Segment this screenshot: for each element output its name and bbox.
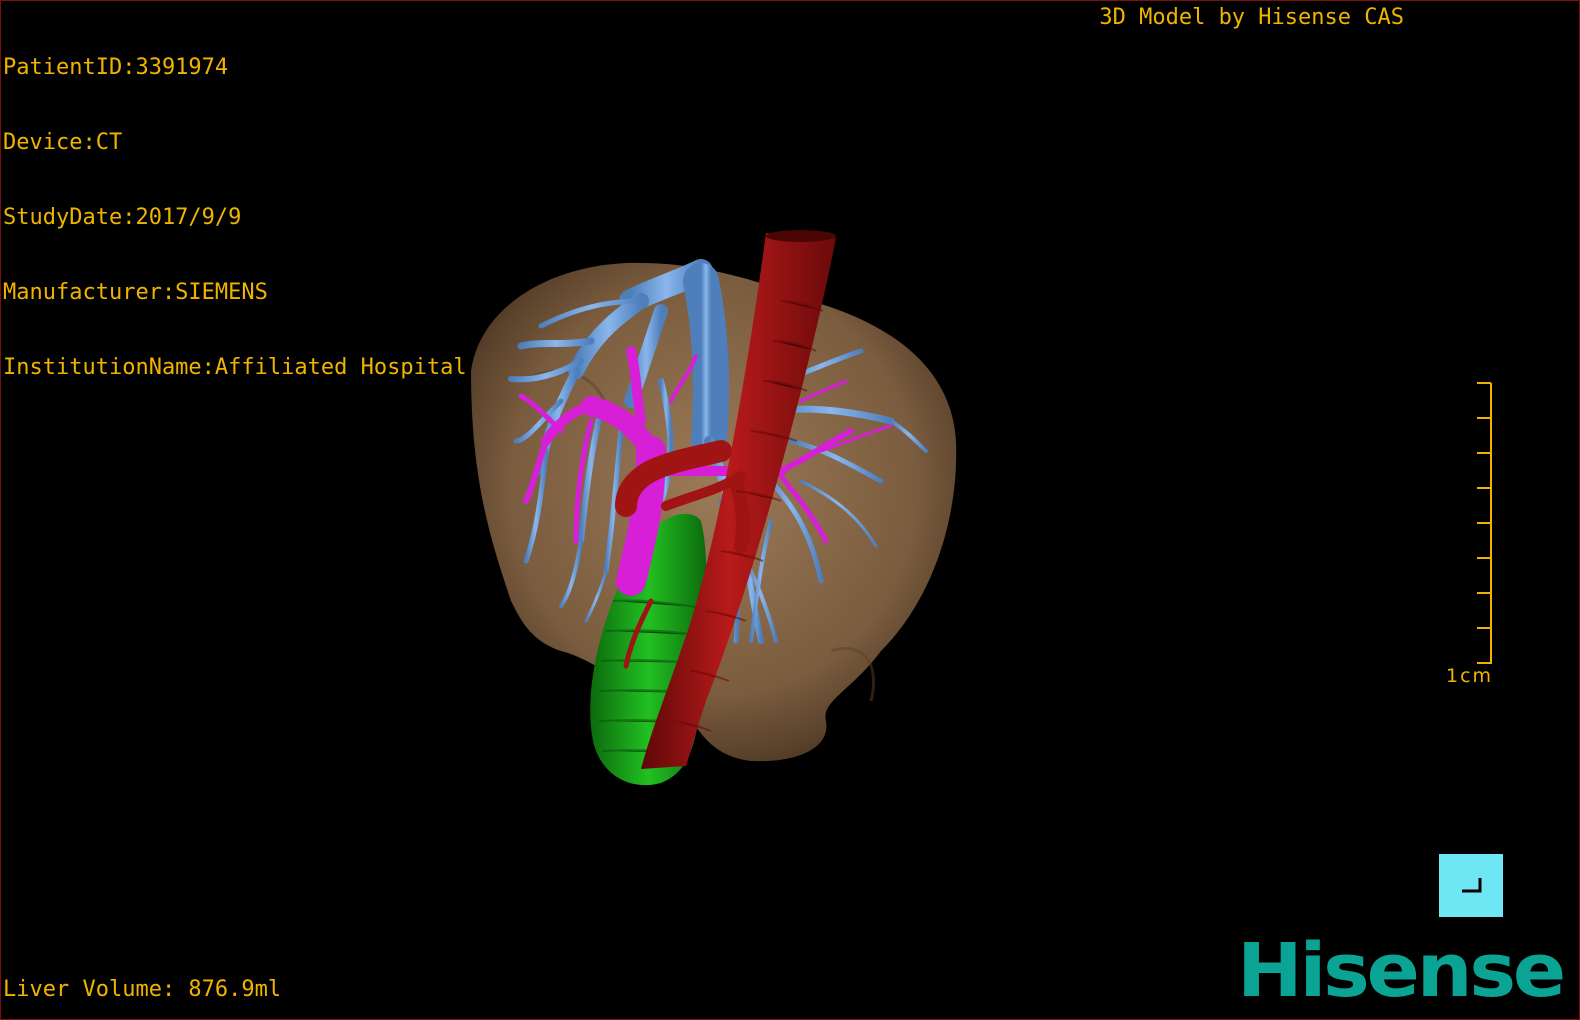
hisense-logo: Hisense xyxy=(1237,928,1566,1014)
3d-liver-model[interactable] xyxy=(1,1,1580,1020)
scale-label: 1cm xyxy=(1446,665,1494,687)
liver-volume-text: Liver Volume: 876.9ml xyxy=(3,977,282,1002)
3d-viewport[interactable]: PatientID:3391974 Device:CT StudyDate:20… xyxy=(0,0,1580,1020)
scale-ruler xyxy=(1477,382,1492,664)
reset-view-corner-icon xyxy=(1462,878,1482,893)
reset-view-button[interactable] xyxy=(1439,854,1503,917)
